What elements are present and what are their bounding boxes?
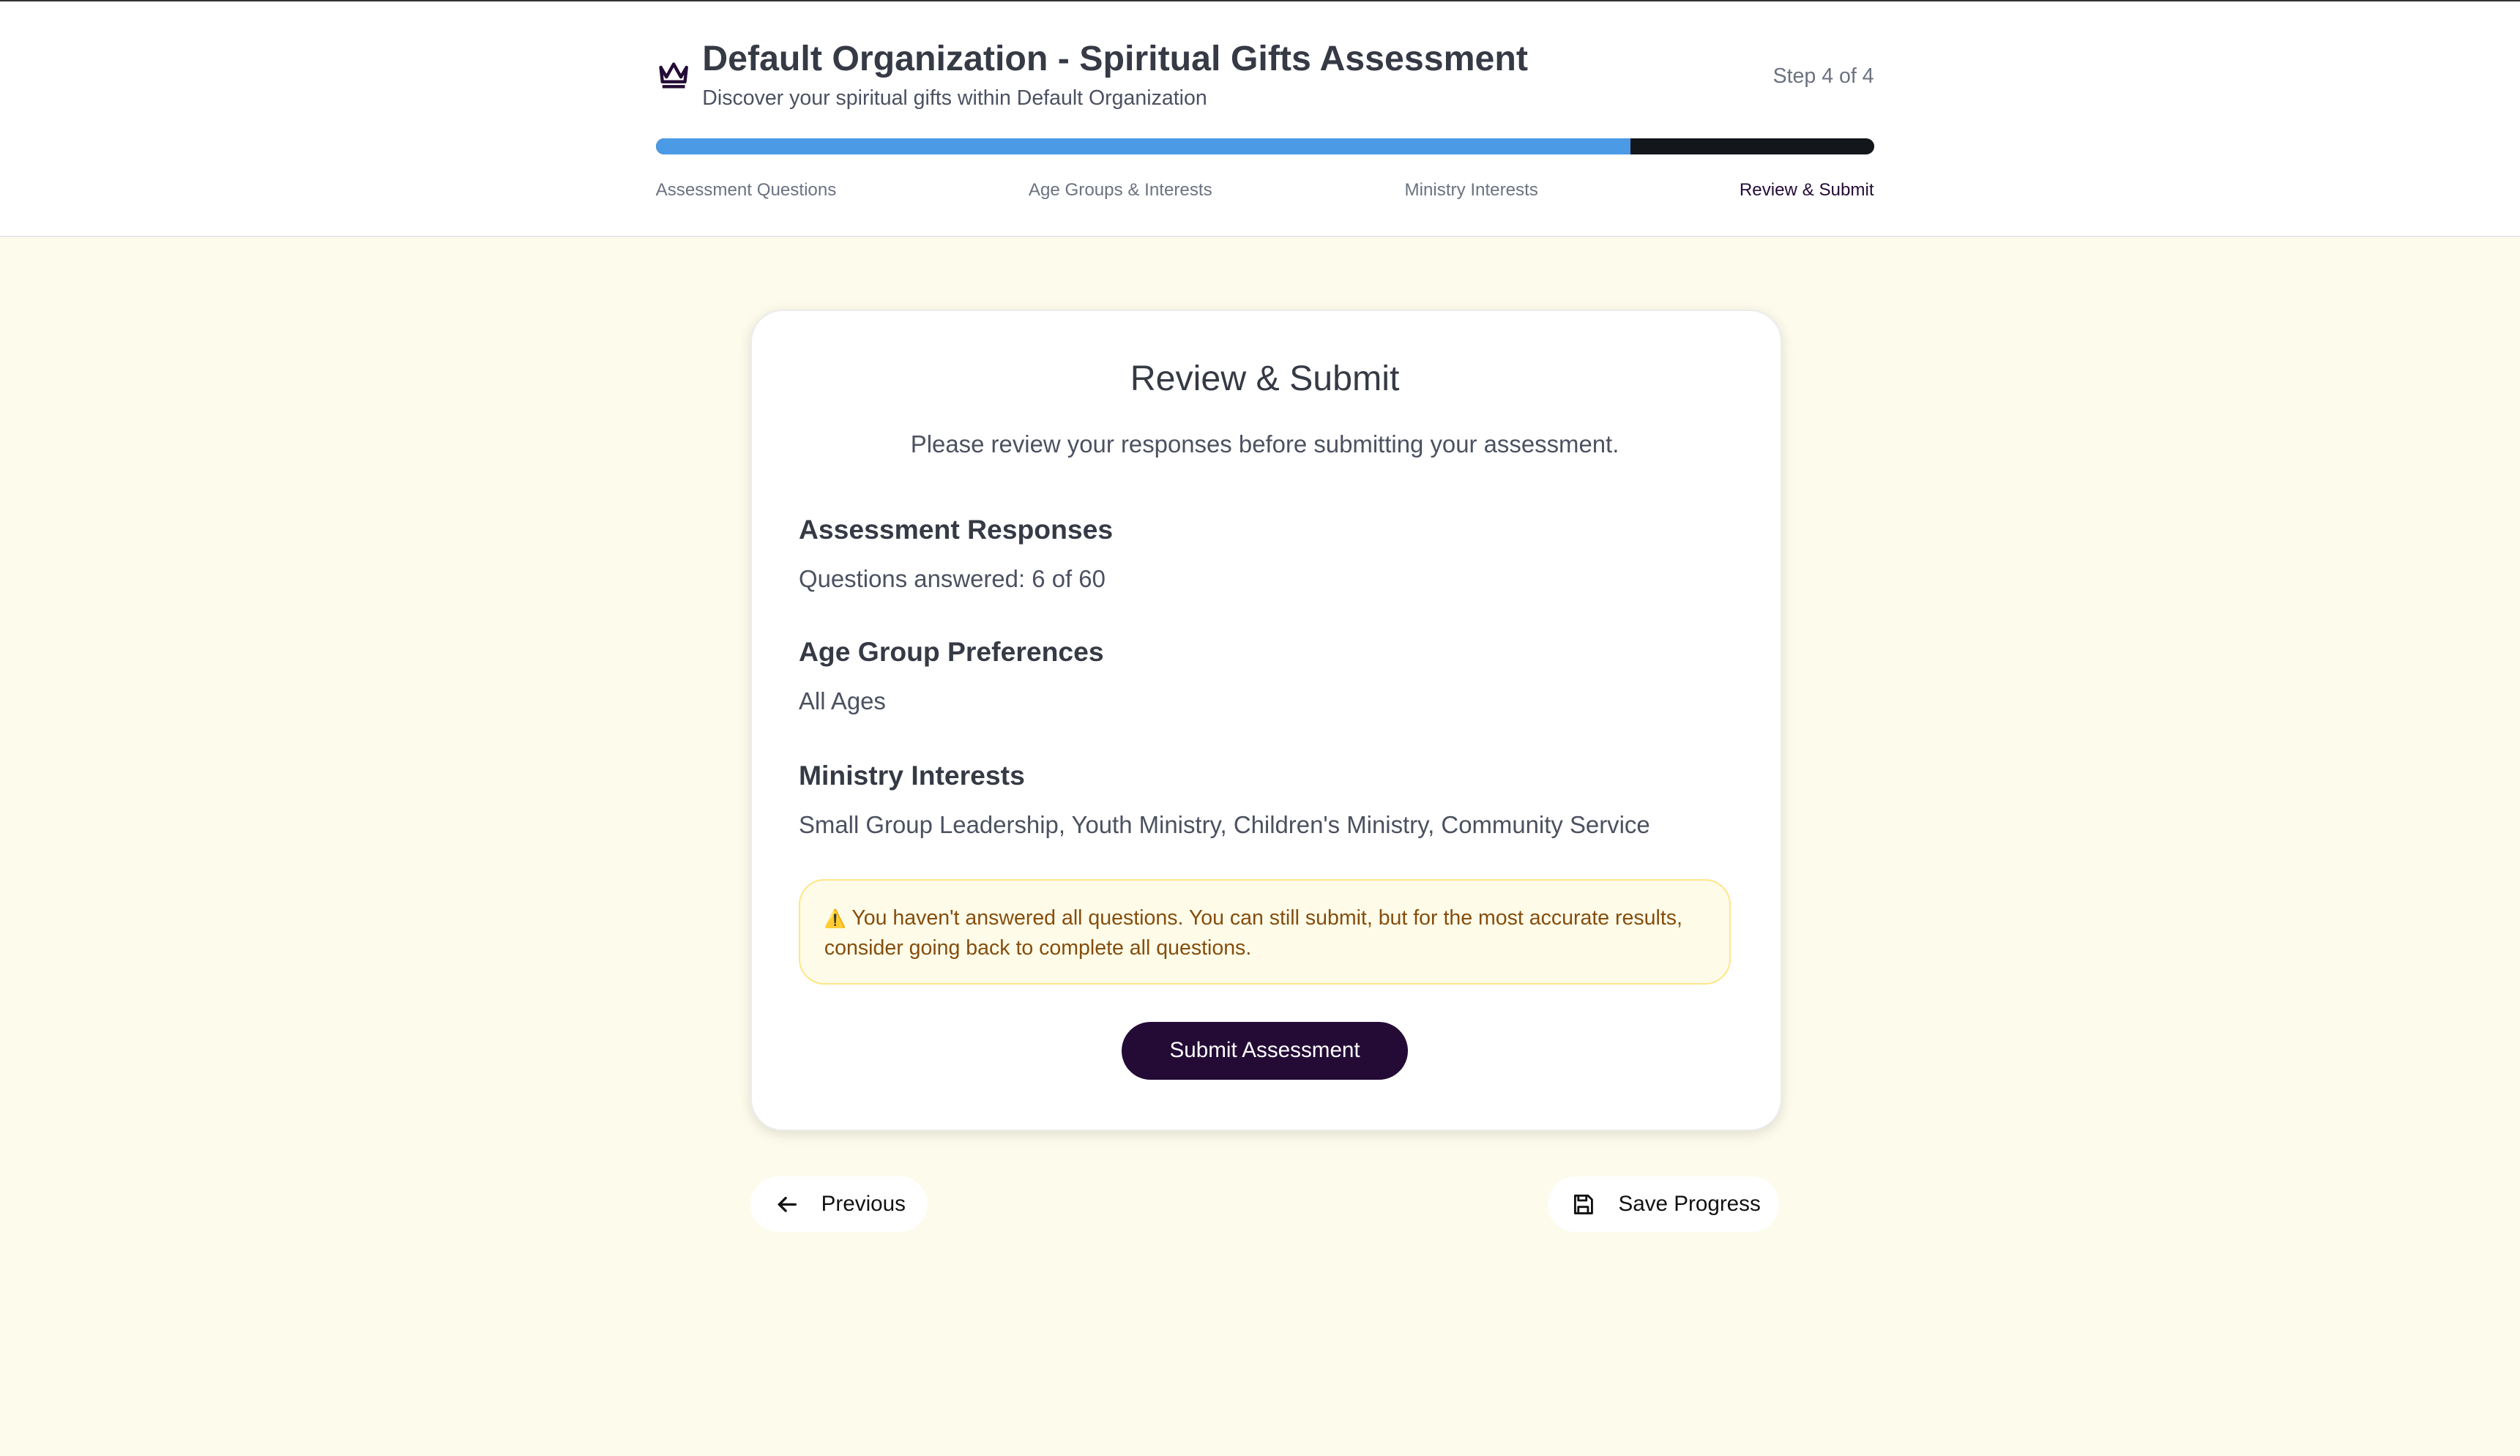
step-age-groups: Age Groups & Interests <box>1028 179 1212 200</box>
section-heading-responses: Assessment Responses <box>798 514 1114 545</box>
section-heading-age-groups: Age Group Preferences <box>798 636 1104 668</box>
incomplete-warning: ⚠️ You haven't answered all questions. Y… <box>798 878 1731 985</box>
age-group-value: All Ages <box>798 687 886 715</box>
step-ministry-interests: Ministry Interests <box>1404 179 1538 200</box>
previous-label: Previous <box>821 1192 906 1217</box>
submit-assessment-button[interactable]: Submit Assessment <box>1122 1021 1408 1080</box>
save-icon <box>1573 1194 1593 1214</box>
progress-fill <box>655 138 1630 154</box>
page-subtitle: Discover your spiritual gifts within Def… <box>702 86 1207 111</box>
card-title: Review & Submit <box>1130 359 1400 399</box>
warning-icon: ⚠️ <box>824 909 846 930</box>
save-progress-button[interactable]: Save Progress <box>1547 1176 1780 1233</box>
step-assessment-questions: Assessment Questions <box>655 179 837 200</box>
previous-button[interactable]: Previous <box>750 1176 928 1233</box>
crown-icon <box>658 62 688 89</box>
warning-text: You haven't answered all questions. You … <box>824 906 1682 960</box>
step-review-submit: Review & Submit <box>1739 179 1874 200</box>
header: Default Organization - Spiritual Gifts A… <box>0 1 2520 238</box>
section-heading-ministry: Ministry Interests <box>798 760 1025 791</box>
questions-answered: Questions answered: 6 of 60 <box>798 565 1106 593</box>
progress-bar <box>655 138 1874 154</box>
card-description: Please review your responses before subm… <box>910 430 1619 458</box>
step-indicator: Step 4 of 4 <box>1772 64 1874 88</box>
ministry-interests-value: Small Group Leadership, Youth Ministry, … <box>798 811 1650 839</box>
page-title: Default Organization - Spiritual Gifts A… <box>702 39 1528 79</box>
save-progress-label: Save Progress <box>1618 1192 1761 1217</box>
arrow-left-icon <box>778 1196 797 1212</box>
